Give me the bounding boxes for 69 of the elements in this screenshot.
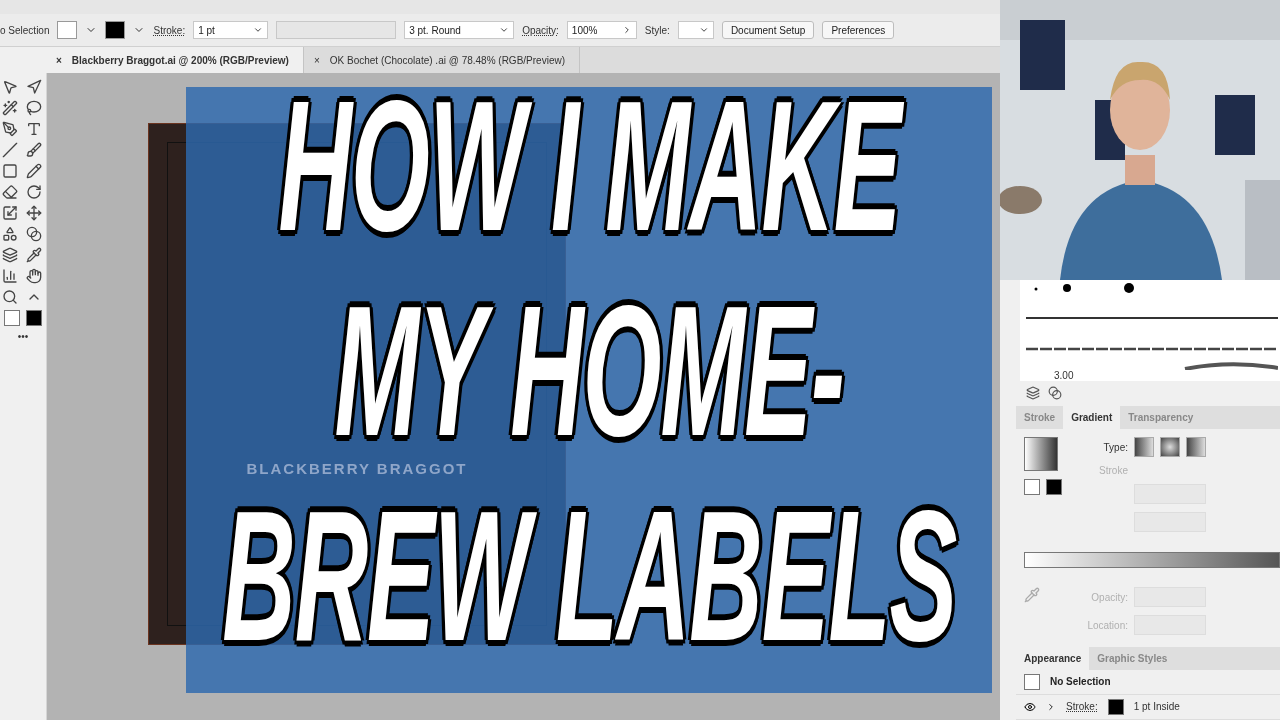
toolbar-button[interactable]: Document Setup	[721, 21, 815, 39]
chevron-down-icon[interactable]	[698, 25, 709, 35]
chevron-down-icon[interactable]	[499, 25, 510, 35]
stroke-swatch[interactable]	[1046, 479, 1062, 496]
headline: BREW LABELS	[222, 501, 957, 651]
direct-selection-icon[interactable]	[26, 79, 42, 95]
stroke-swatch[interactable]	[26, 310, 42, 326]
search-icon[interactable]	[2, 289, 18, 305]
eraser-icon[interactable]	[2, 184, 18, 200]
style-label: Style:	[644, 24, 670, 36]
more-tools-icon[interactable]: •••	[17, 331, 29, 342]
hand-icon[interactable]	[26, 268, 42, 284]
shapes-icon[interactable]	[2, 226, 18, 242]
type-icon[interactable]	[26, 121, 42, 137]
opacity-label: Opacity:	[522, 24, 559, 36]
freeform-gradient-button[interactable]	[1186, 437, 1206, 458]
stroke-weight-field[interactable]: 1 pt	[193, 21, 269, 39]
brush-icon[interactable]	[26, 142, 42, 158]
rotate-icon[interactable]	[26, 184, 42, 200]
selection-thumbnail	[1024, 674, 1040, 690]
appearance-label[interactable]: Stroke:	[1066, 701, 1098, 713]
scale-icon[interactable]	[2, 205, 18, 221]
fill-swatch[interactable]	[4, 310, 20, 326]
close-icon[interactable]: ×	[56, 54, 62, 66]
panel-tab[interactable]: Gradient	[1063, 405, 1121, 430]
stroke-swatch[interactable]	[1107, 699, 1124, 715]
label-text: BLACKBERRY BRAGGOT	[246, 460, 468, 477]
appearance-value: 1 pt Inside	[1133, 701, 1180, 713]
stroke-swatch[interactable]	[105, 21, 126, 39]
rectangle-icon[interactable]	[2, 163, 18, 179]
pencil-icon[interactable]	[26, 163, 42, 179]
move-icon[interactable]	[26, 205, 42, 221]
field-value: 1 pt	[198, 24, 215, 36]
eyedropper-icon[interactable]	[26, 247, 42, 263]
pen-icon[interactable]	[2, 121, 18, 137]
tab-label: OK Bochet (Chocolate) .ai @ 78.48% (RGB/Preview)	[329, 54, 565, 66]
radial-gradient-button[interactable]	[1160, 437, 1180, 458]
gradient-field-label: Opacity:	[1090, 591, 1128, 603]
fill-swatch[interactable]	[57, 21, 78, 39]
tab-label: Blackberry Braggot.ai @ 200% (RGB/Preview)	[71, 54, 289, 66]
stroke-label: Stroke:	[153, 24, 186, 36]
brush-dropdown[interactable]: 3 pt. Round	[404, 21, 515, 39]
close-icon[interactable]: ×	[313, 54, 320, 66]
brush-size-label: 3.00	[1054, 369, 1074, 381]
wand-icon[interactable]	[2, 100, 18, 116]
layers-icon[interactable]	[2, 247, 18, 263]
bar-chart-icon[interactable]	[2, 268, 18, 284]
selection-icon[interactable]	[2, 79, 18, 95]
field-value: 100%	[571, 24, 598, 36]
line-icon[interactable]	[2, 142, 18, 158]
toolbar-button[interactable]: Preferences	[822, 21, 895, 39]
document-tab[interactable]: × Blackberry Braggot.ai @ 200% (RGB/Preview)	[0, 47, 304, 73]
headline: MY HOME-	[334, 296, 844, 446]
field-value: 3 pt. Round	[409, 24, 461, 36]
chevron-down-icon[interactable]	[253, 25, 264, 35]
type-label: Type:	[1102, 441, 1128, 453]
opacity-field[interactable]: 100%	[566, 21, 637, 39]
linear-gradient-button[interactable]	[1134, 437, 1154, 458]
blend-icon[interactable]	[26, 226, 42, 242]
selection-label: o Selection	[0, 24, 50, 36]
fill-swatch[interactable]	[1024, 479, 1040, 496]
gradient-field-label: Location:	[1086, 619, 1128, 631]
lasso-icon[interactable]	[26, 100, 42, 116]
stroke-label: Stroke	[1098, 465, 1128, 477]
gradient-swatch[interactable]	[1024, 437, 1058, 472]
chevron-right-icon[interactable]	[1046, 702, 1056, 712]
eye-icon[interactable]	[1024, 701, 1036, 713]
panel-tab[interactable]: Appearance	[1016, 646, 1090, 670]
appearance-title: No Selection	[1050, 676, 1111, 688]
